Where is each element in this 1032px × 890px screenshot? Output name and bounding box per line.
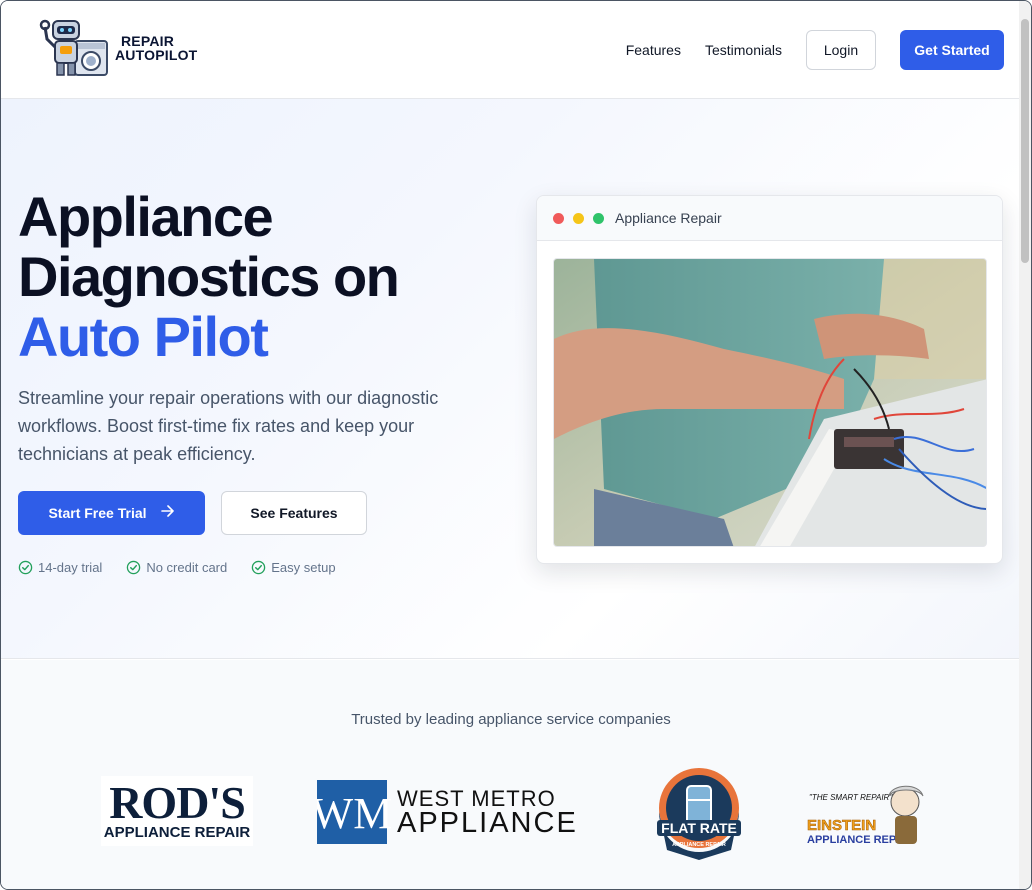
page-scrollbar[interactable] [1019,1,1031,889]
window-maximize-dot [593,212,604,224]
perk-label: Easy setup [271,560,336,575]
hero-section: Appliance Diagnostics on Auto Pilot Stre… [1,99,1021,659]
flat-rate-brand-name: FLAT RATE [661,820,737,836]
check-circle-icon [18,560,33,575]
top-nav: Features Testimonials Login Get Started [626,30,1004,70]
see-features-button[interactable]: See Features [221,491,367,535]
browser-frame: REPAIR AUTOPILOT Features Testimonials L… [0,0,1032,890]
site-header: REPAIR AUTOPILOT Features Testimonials L… [1,1,1021,99]
start-free-trial-label: Start Free Trial [48,505,147,521]
perk-item: 14-day trial [18,560,102,575]
start-free-trial-button[interactable]: Start Free Trial [18,491,205,535]
nav-features-link[interactable]: Features [626,30,681,70]
einstein-appliance-logo: "THE SMART REPAIR" EINSTEIN APPLIANCE RE… [805,780,929,855]
logo-line-1: REPAIR [121,33,175,49]
flat-rate-appliance-logo: FLAT RATE APPLIANCE REPAIR [651,764,747,865]
check-circle-icon [127,560,141,575]
logo-line-2: AUTOPILOT [115,47,198,63]
perk-label: No credit card [146,560,228,575]
rods-brand-tagline: APPLIANCE REPAIR [104,824,251,841]
perk-label: 14-day trial [38,560,103,575]
preview-window: Appliance Repair [536,195,1003,564]
nav-testimonials-link[interactable]: Testimonials [705,30,782,70]
west-metro-appliance-logo: WM WEST METRO APPLIANCE [312,780,583,849]
get-started-button[interactable]: Get Started [900,30,1004,70]
perk-list: 14-day trial No credit card Easy setup [18,560,360,575]
arrow-right-icon [160,504,175,522]
headline-line-1: Appliance [18,185,274,248]
einstein-brand-name: EINSTEIN [807,817,876,834]
perk-item: Easy setup [251,560,336,575]
headline-accent: Auto Pilot [18,305,269,368]
logo[interactable]: REPAIR AUTOPILOT [39,19,197,77]
perk-item: No credit card [126,560,227,575]
trusted-title: Trusted by leading appliance service com… [351,711,671,728]
hero-headline: Appliance Diagnostics on Auto Pilot [18,185,400,368]
technician-repair-photo [553,258,987,547]
hero-subtitle: Streamline your repair operations with o… [18,388,439,464]
rods-appliance-logo: ROD'S APPLIANCE REPAIR [101,776,253,851]
window-minimize-dot [573,212,584,224]
window-title: Appliance Repair [615,210,722,226]
headline-line-2: Diagnostics on [18,245,400,308]
login-button[interactable]: Login [806,30,876,70]
window-title-bar: Appliance Repair [537,196,1002,241]
west-metro-brand-tagline: APPLIANCE [397,807,578,839]
logo-wordmark: REPAIR AUTOPILOT [115,34,197,62]
robot-logo-icon [39,19,108,76]
window-close-dot [553,212,564,224]
check-circle-icon [251,560,266,575]
flat-rate-brand-tagline: APPLIANCE REPAIR [672,842,726,848]
trusted-by-section: Trusted by leading appliance service com… [1,660,1021,889]
scrollbar-thumb[interactable] [1021,19,1029,263]
svg-text:WM: WM [317,789,392,838]
rods-brand-name: ROD'S [109,777,245,828]
einstein-slogan: "THE SMART REPAIR" [809,793,893,802]
